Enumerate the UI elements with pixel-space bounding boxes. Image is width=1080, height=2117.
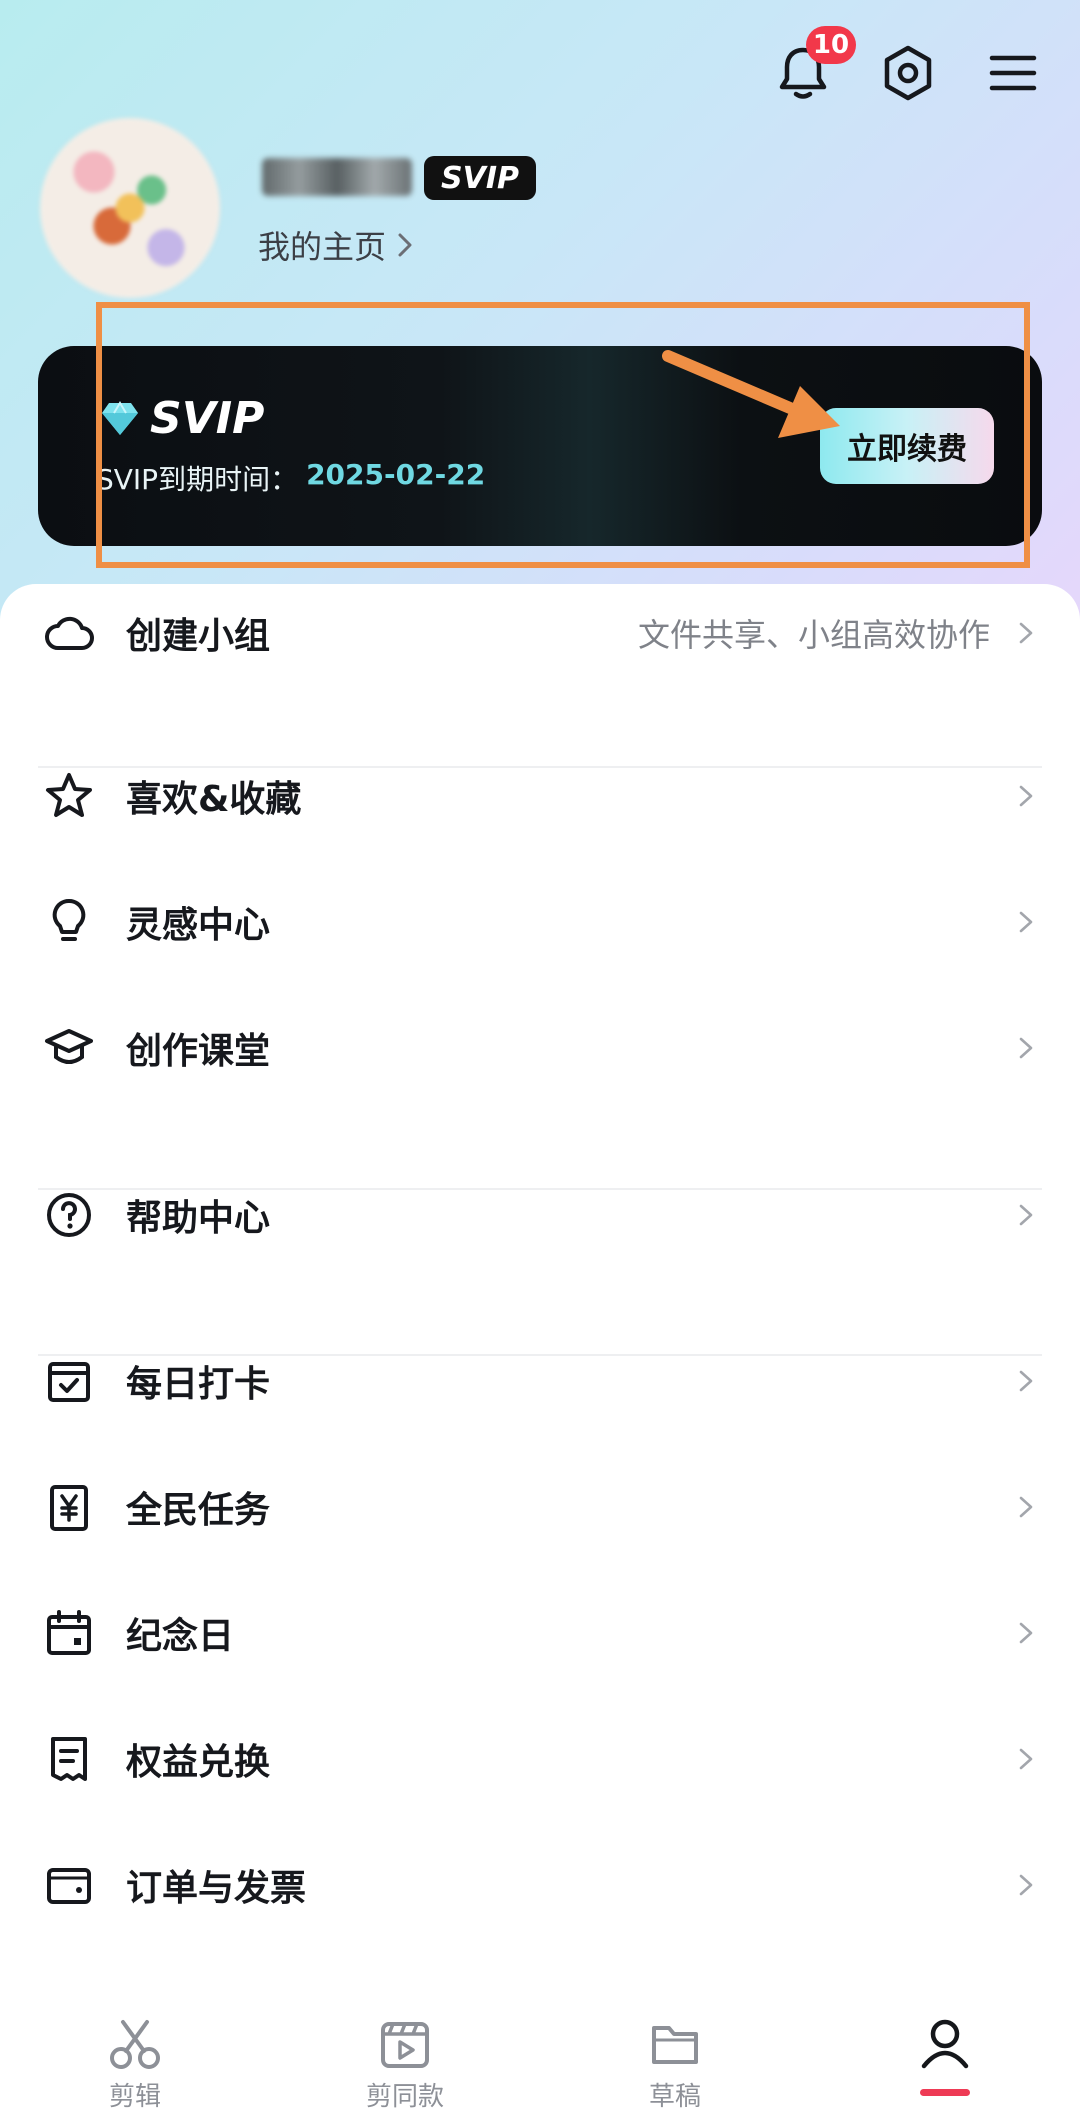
cloud-icon: [44, 608, 94, 658]
menu-item-label: 灵感中心: [126, 905, 271, 946]
tab-edit[interactable]: 剪辑: [75, 2018, 195, 2113]
chevron-right-icon: [1019, 1622, 1033, 1644]
menu-item[interactable]: 灵感中心: [0, 872, 1080, 972]
menu-item[interactable]: 全民任务: [0, 1457, 1080, 1557]
chevron-right-icon: [1019, 1204, 1033, 1226]
menu-item-label: 纪念日: [126, 1616, 235, 1657]
tab-label: 剪辑: [108, 2082, 161, 2112]
chevron-right-icon: [1019, 622, 1033, 644]
chevron-right-icon: [1019, 911, 1033, 933]
menu-item[interactable]: 帮助中心: [0, 1165, 1080, 1265]
folder-icon: [652, 2026, 698, 2064]
receipt-icon: [44, 1734, 94, 1784]
menu-item-subtitle: 文件共享、小组高效协作: [637, 616, 990, 654]
chevron-right-icon: [1019, 1037, 1033, 1059]
menu-item[interactable]: 订单与发票: [0, 1835, 1080, 1935]
menu-item[interactable]: 创作课堂: [0, 998, 1080, 1098]
clapperboard-icon: [381, 2022, 429, 2068]
active-tab-indicator: [920, 2089, 970, 2096]
menu-item-label: 订单与发票: [126, 1868, 307, 1909]
chevron-right-icon: [1019, 1496, 1033, 1518]
scissors-icon: [110, 2020, 160, 2069]
tab-label: 剪同款: [365, 2082, 444, 2112]
tab-label: 草稿: [648, 2082, 701, 2112]
tab-template[interactable]: 剪同款: [345, 2018, 465, 2113]
menu-item-label: 创作课堂: [126, 1031, 271, 1072]
chevron-right-icon: [1019, 785, 1033, 807]
chevron-right-icon: [1019, 1748, 1033, 1770]
calendar-icon: [44, 1608, 94, 1658]
menu-item-label: 每日打卡: [126, 1364, 271, 1405]
menu-item-label: 喜欢&收藏: [126, 779, 302, 820]
tab-profile[interactable]: [885, 2018, 1005, 2076]
question-circle-icon: [44, 1190, 94, 1240]
wallet-icon: [44, 1860, 94, 1910]
chevron-right-icon: [1019, 1874, 1033, 1896]
yen-task-icon: [44, 1482, 94, 1532]
lightbulb-icon: [44, 897, 94, 947]
menu-item[interactable]: 权益兑换: [0, 1709, 1080, 1809]
annotation-arrow: [662, 350, 840, 438]
menu-item-label: 创建小组: [126, 616, 271, 657]
star-icon: [44, 771, 94, 821]
menu-item[interactable]: 创建小组 文件共享、小组高效协作: [0, 583, 1080, 683]
menu-item[interactable]: 每日打卡: [0, 1331, 1080, 1431]
chevron-right-icon: [1019, 1370, 1033, 1392]
tab-drafts[interactable]: 草稿: [615, 2018, 735, 2113]
menu-item[interactable]: 喜欢&收藏: [0, 746, 1080, 846]
menu-item-label: 权益兑换: [126, 1742, 271, 1783]
graduation-cap-icon: [44, 1023, 94, 1073]
bottom-tab-bar: 剪辑 剪同款 草稿: [0, 2000, 1080, 2117]
calendar-check-icon: [44, 1356, 94, 1406]
menu-item-label: 帮助中心: [126, 1198, 271, 1239]
menu-item-label: 全民任务: [126, 1490, 271, 1531]
menu-item[interactable]: 纪念日: [0, 1583, 1080, 1683]
user-icon: [921, 2019, 969, 2069]
